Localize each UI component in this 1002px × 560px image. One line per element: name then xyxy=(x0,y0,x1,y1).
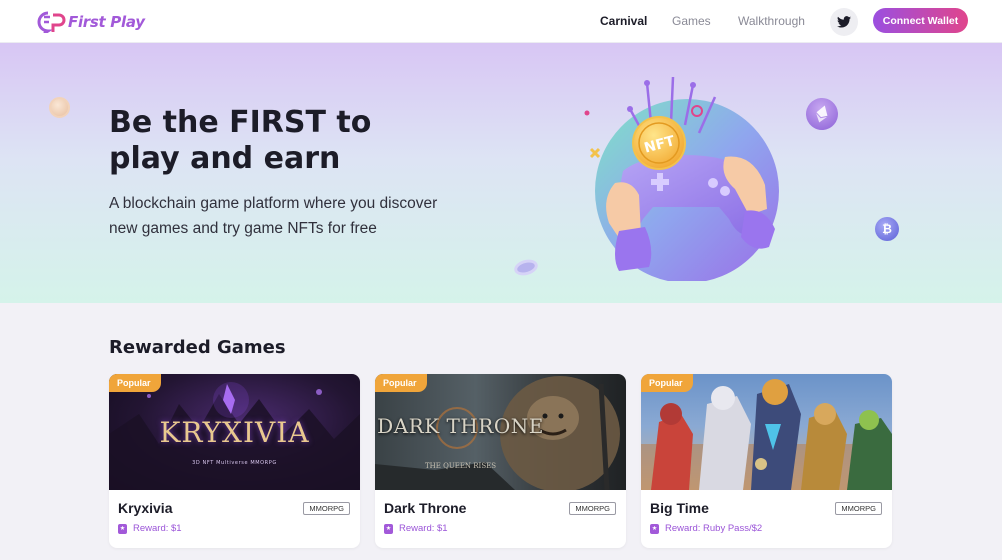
reward-star-icon xyxy=(118,523,127,534)
popular-badge: Popular xyxy=(375,374,427,392)
reward-text: Reward: Ruby Pass/$2 xyxy=(665,523,763,534)
game-title: Kryxivia xyxy=(118,500,173,516)
twitter-icon xyxy=(837,16,851,28)
reward-info: Reward: Ruby Pass/$2 xyxy=(650,523,762,534)
genre-tag: MMORPG xyxy=(569,502,616,515)
genre-tag: MMORPG xyxy=(835,502,882,515)
cover-tagline: 3D NFT Multiverse MMORPG xyxy=(192,460,277,466)
game-card-kryxivia[interactable]: KRYXIVIA 3D NFT Multiverse MMORPG Popula… xyxy=(109,374,360,548)
reward-star-icon xyxy=(384,523,393,534)
disc-decoration xyxy=(512,257,540,278)
connect-wallet-button[interactable]: Connect Wallet xyxy=(873,8,968,33)
bitcoin-coin-icon: ₿ xyxy=(875,217,899,241)
cover-logo-text: KRYXIVIA xyxy=(159,416,310,449)
section-title-rewarded-games: Rewarded Games xyxy=(109,337,286,358)
reward-info: Reward: $1 xyxy=(118,523,182,534)
reward-star-icon xyxy=(650,523,659,534)
ethereum-coin-icon xyxy=(801,93,843,135)
reward-text: Reward: $1 xyxy=(399,523,448,534)
game-cover-dark-throne: DARK THRONE THE QUEEN RISES Popular xyxy=(375,374,626,490)
game-cover-big-time: Popular xyxy=(641,374,892,490)
nav-link-walkthrough[interactable]: Walkthrough xyxy=(738,14,805,28)
top-nav: First Play Carnival Games Walkthrough Co… xyxy=(0,0,1002,43)
hero-banner: ₿ Be the FIRST to play and earn A blockc… xyxy=(0,43,1002,303)
genre-tag: MMORPG xyxy=(303,502,350,515)
popular-badge: Popular xyxy=(641,374,693,392)
hero-title-line-2: play and earn xyxy=(109,141,341,176)
coin-decoration xyxy=(49,97,70,118)
gamepad-illustration: NFT xyxy=(584,76,779,281)
cover-tagline: THE QUEEN RISES xyxy=(424,462,497,470)
game-title: Dark Throne xyxy=(384,500,467,516)
hero-subtitle-line-1: A blockchain game platform where you dis… xyxy=(109,195,438,212)
reward-info: Reward: $1 xyxy=(384,523,448,534)
nav-link-carnival[interactable]: Carnival xyxy=(600,14,647,28)
hero-subtitle: A blockchain game platform where you dis… xyxy=(109,191,489,241)
nav-link-games[interactable]: Games xyxy=(672,14,711,28)
game-title: Big Time xyxy=(650,500,709,516)
twitter-button[interactable] xyxy=(830,8,858,36)
cover-logo-text: DARK THRONE xyxy=(377,414,544,438)
hero-subtitle-line-2: new games and try game NFTs for free xyxy=(109,220,377,237)
hero-title: Be the FIRST to play and earn xyxy=(109,105,439,177)
game-card-dark-throne[interactable]: DARK THRONE THE QUEEN RISES Popular Dark… xyxy=(375,374,626,548)
game-card-big-time[interactable]: Popular Big Time MMORPG Reward: Ruby Pas… xyxy=(641,374,892,548)
popular-badge: Popular xyxy=(109,374,161,392)
hero-title-line-1: Be the FIRST to xyxy=(109,105,372,140)
reward-text: Reward: $1 xyxy=(133,523,182,534)
game-cover-kryxivia: KRYXIVIA 3D NFT Multiverse MMORPG Popula… xyxy=(109,374,360,490)
logo[interactable]: First Play xyxy=(36,10,145,37)
logo-text: First Play xyxy=(68,13,145,31)
logo-icon xyxy=(36,11,66,37)
